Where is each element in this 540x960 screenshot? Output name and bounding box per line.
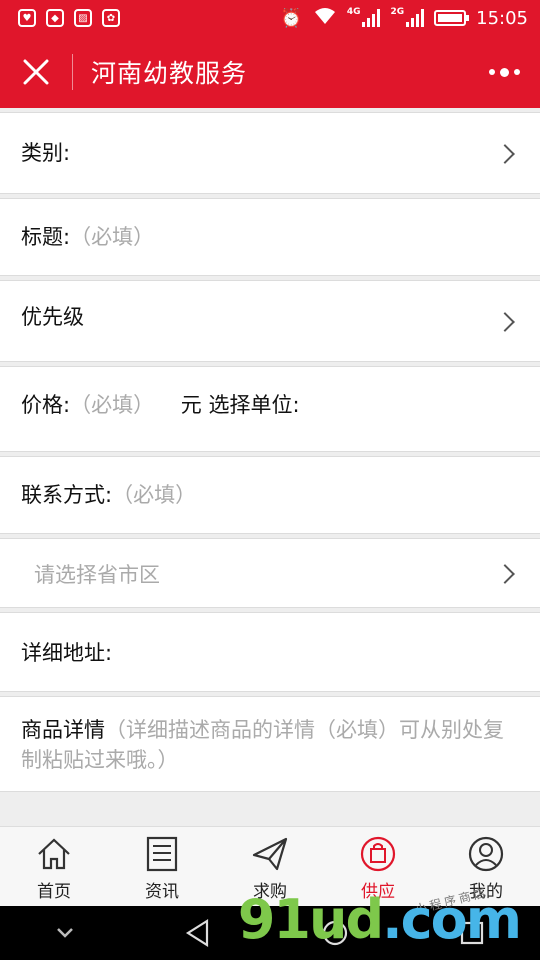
tab-news[interactable]: 资讯 (108, 827, 216, 906)
priority-label: 优先级 (21, 305, 84, 329)
contact-row[interactable]: 联系方式:（必填） (0, 456, 540, 534)
address-label: 详细地址: (21, 641, 113, 665)
chevron-down-icon[interactable] (55, 926, 75, 940)
more-dot-icon (500, 67, 509, 77)
details-row[interactable]: 商品详情（详细描述商品的详情（必填）可从别处复制粘贴过来哦。） (0, 696, 540, 792)
chevron-right-icon (495, 144, 515, 164)
chevron-right-icon (495, 312, 515, 332)
send-icon (252, 837, 288, 871)
contact-label: 联系方式: (21, 483, 113, 507)
close-button[interactable] (0, 36, 72, 108)
alarm-icon: ⏰ (280, 7, 303, 29)
category-label: 类别: (21, 141, 71, 165)
page-title: 河南幼教服务 (91, 59, 248, 88)
list-icon (146, 836, 178, 872)
price-label: 价格: (21, 393, 71, 417)
title-field-wrap[interactable]: 标题:（必填） (21, 221, 154, 251)
details-field-wrap[interactable]: 商品详情（详细描述商品的详情（必填）可从别处复制粘贴过来哦。） (21, 715, 520, 775)
title-input[interactable]: （必填） (70, 225, 154, 249)
watermark-logo: 91ud.com (237, 888, 522, 951)
more-dot-icon (489, 69, 495, 75)
address-row[interactable]: 详细地址: (0, 612, 540, 692)
region-row[interactable]: 请选择省市区 (0, 538, 540, 608)
network-type-4g: 4G (346, 6, 361, 17)
title-label: 标题: (21, 225, 71, 249)
wifi-icon (313, 7, 337, 30)
price-field-wrap: 价格:（必填） 元 选择单位: (21, 389, 300, 419)
paw-icon: ✿ (102, 9, 120, 27)
tab-home[interactable]: 首页 (0, 827, 108, 906)
more-button[interactable] (489, 52, 520, 92)
watermark-main: 91ud (237, 888, 384, 951)
network-type-2g: 2G (390, 6, 405, 17)
region-select[interactable]: 请选择省市区 (34, 559, 160, 589)
signal-icon-2 (406, 9, 425, 27)
contact-field-wrap[interactable]: 联系方式:（必填） (21, 479, 196, 509)
price-unit-select[interactable]: 元 选择单位: (181, 393, 300, 417)
watermark-suffix: .com (382, 888, 522, 951)
more-dot-icon (514, 69, 520, 75)
status-bar: ♥ ◆ ▨ ✿ ⏰ 4G 2G 15:05 (0, 0, 540, 36)
shield-icon: ♥ (18, 9, 36, 27)
user-icon (468, 836, 504, 872)
status-time: 15:05 (476, 7, 528, 29)
details-label: 商品详情 (21, 718, 105, 742)
chevron-right-icon (495, 564, 515, 584)
price-row: 价格:（必填） 元 选择单位: (0, 366, 540, 452)
signal-icon-1 (362, 9, 381, 27)
tab-label: 资讯 (145, 882, 179, 902)
shopping-bag-icon (360, 836, 396, 872)
contact-input[interactable]: （必填） (112, 483, 196, 507)
gallery-icon: ▨ (74, 9, 92, 27)
priority-row[interactable]: 优先级 (0, 280, 540, 362)
tab-label: 首页 (37, 882, 71, 902)
title-row[interactable]: 标题:（必填） (0, 198, 540, 276)
title-divider (72, 54, 73, 90)
home-icon (38, 838, 70, 870)
title-bar: 河南幼教服务 (0, 36, 540, 108)
notification-icons: ♥ ◆ ▨ ✿ (18, 9, 120, 27)
price-input[interactable]: （必填） (70, 393, 154, 417)
category-row[interactable]: 类别: (0, 112, 540, 194)
app-icon: ◆ (46, 9, 64, 27)
battery-icon (434, 10, 470, 26)
back-icon[interactable] (185, 919, 211, 947)
close-icon (23, 59, 49, 85)
